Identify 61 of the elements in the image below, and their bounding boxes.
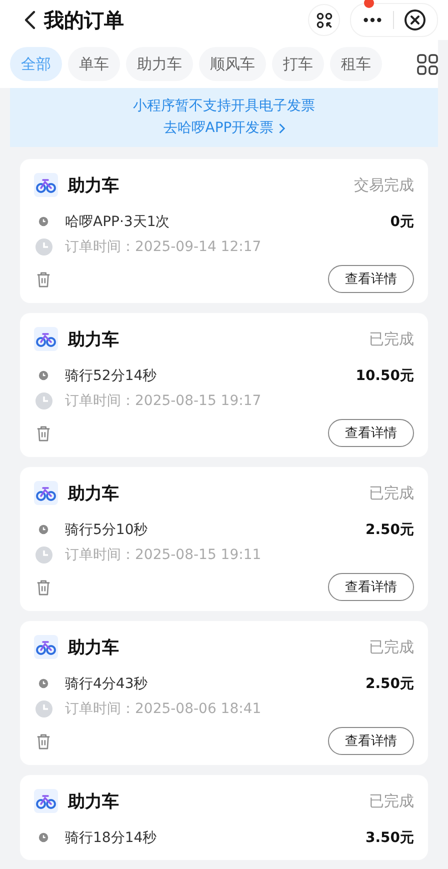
- order-status: 已完成: [369, 484, 414, 502]
- ride-summary: 骑行52分14秒: [65, 366, 158, 384]
- ride-summary: 骑行4分43秒: [65, 674, 149, 692]
- clock-icon: [35, 546, 53, 564]
- order-type: 助力车: [68, 174, 120, 196]
- clock-icon: [38, 370, 49, 381]
- view-details-button[interactable]: 查看详情: [328, 573, 414, 601]
- order-type: 助力车: [68, 790, 120, 812]
- bicycle-icon: [34, 789, 58, 813]
- order-type: 助力车: [68, 636, 120, 658]
- filter-tab[interactable]: 助力车: [126, 47, 193, 81]
- scan-button[interactable]: [308, 4, 340, 36]
- view-details-button[interactable]: 查看详情: [328, 727, 414, 755]
- view-details-button[interactable]: 查看详情: [328, 419, 414, 447]
- order-status: 已完成: [369, 638, 414, 656]
- filter-tab[interactable]: 顺风车: [199, 47, 266, 81]
- clock-icon: [38, 216, 49, 227]
- clock-icon: [35, 392, 53, 410]
- filter-tab[interactable]: 打车: [272, 47, 324, 81]
- trash-icon: [36, 732, 50, 750]
- trash-icon: [36, 270, 50, 288]
- back-icon: [24, 10, 36, 30]
- trash-icon: [36, 578, 50, 596]
- filter-tab[interactable]: 租车: [330, 47, 382, 81]
- grid-icon: [417, 54, 438, 74]
- view-details-button[interactable]: 查看详情: [328, 265, 414, 293]
- back-button[interactable]: [24, 9, 38, 31]
- more-icon: [362, 17, 382, 23]
- order-status: 交易完成: [354, 176, 414, 194]
- order-price: 0元: [390, 212, 414, 230]
- clock-icon: [35, 700, 53, 718]
- order-time: 订单时间：2025-09-14 12:17: [65, 238, 262, 256]
- bicycle-icon: [34, 173, 58, 197]
- bicycle-icon: [34, 481, 58, 505]
- order-status: 已完成: [369, 792, 414, 810]
- notice-text: 小程序暂不支持开具电子发票: [133, 97, 315, 115]
- order-time: 订单时间：2025-08-15 19:17: [65, 392, 262, 410]
- order-price: 2.50元: [365, 520, 414, 538]
- bicycle-icon: [34, 327, 58, 351]
- bicycle-icon: [34, 635, 58, 659]
- clock-icon: [38, 832, 49, 843]
- clock-icon: [38, 678, 49, 689]
- scan-icon: [316, 12, 332, 28]
- order-time: 订单时间：2025-08-15 19:11: [65, 546, 262, 564]
- ride-summary: 哈啰APP·3天1次: [65, 212, 171, 230]
- order-type: 助力车: [68, 328, 120, 350]
- order-price: 2.50元: [365, 674, 414, 692]
- close-icon: [404, 9, 426, 31]
- page-title: 我的订单: [44, 6, 124, 34]
- filter-tab[interactable]: 单车: [68, 47, 120, 81]
- ride-summary: 骑行18分14秒: [65, 828, 158, 846]
- order-price: 10.50元: [356, 366, 414, 384]
- ride-summary: 骑行5分10秒: [65, 520, 149, 538]
- order-type: 助力车: [68, 482, 120, 504]
- clock-icon: [35, 238, 53, 256]
- clock-icon: [38, 524, 49, 535]
- order-price: 3.50元: [365, 828, 414, 846]
- order-status: 已完成: [369, 330, 414, 348]
- chevron-icon: [278, 122, 285, 134]
- order-time: 订单时间：2025-08-06 18:41: [65, 700, 262, 718]
- trash-icon: [36, 424, 50, 442]
